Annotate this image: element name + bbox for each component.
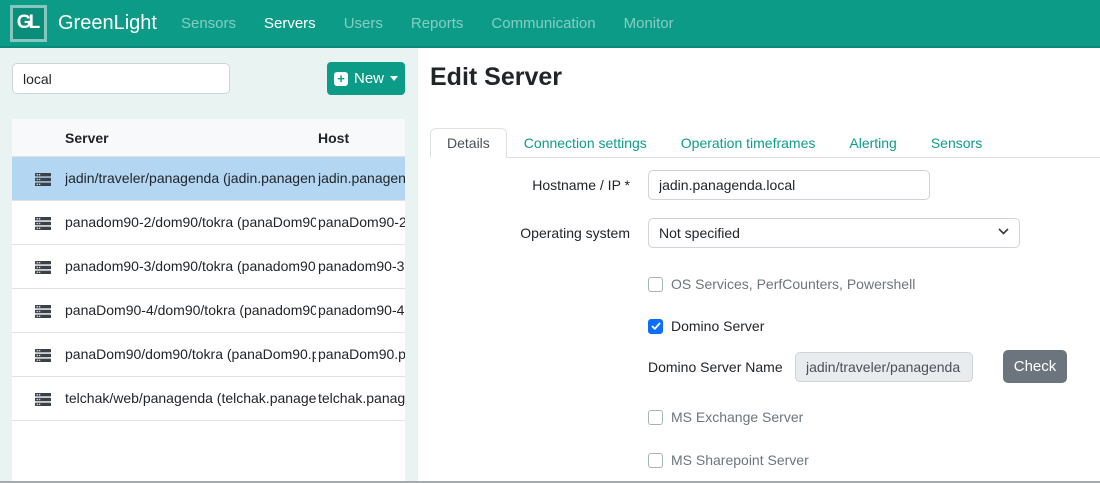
column-header-server[interactable]: Server	[65, 119, 109, 157]
nav-item-monitor[interactable]: Monitor	[624, 15, 674, 32]
nav-item-communication[interactable]: Communication	[491, 15, 595, 32]
edit-server-panel: Edit Server Details Connection settings …	[418, 48, 1100, 483]
host-cell: panadom90-3.p	[318, 245, 405, 288]
host-cell: panaDom90-2.p	[318, 201, 405, 244]
new-server-button[interactable]: + New	[327, 62, 405, 95]
plus-square-icon: +	[334, 72, 348, 86]
nav-item-users[interactable]: Users	[344, 15, 383, 32]
ms-exchange-label: MS Exchange Server	[671, 409, 803, 425]
table-row[interactable]: panadom90-2/dom90/tokra (panaDom90-2 pan…	[12, 201, 405, 245]
server-name-cell: panadom90-2/dom90/tokra (panaDom90-2	[65, 201, 316, 244]
table-header-row: Server Host	[12, 119, 405, 157]
domino-server-checkbox[interactable]	[648, 319, 663, 334]
server-rack-icon	[35, 305, 51, 318]
nav-item-reports[interactable]: Reports	[411, 15, 464, 32]
server-rack-icon	[35, 173, 51, 186]
server-search-input[interactable]	[12, 63, 230, 94]
server-name-cell: jadin/traveler/panagenda (jadin.panagend…	[65, 157, 316, 200]
table-row[interactable]: panadom90-3/dom90/tokra (panadom90-3 pan…	[12, 245, 405, 289]
tab-operation-timeframes[interactable]: Operation timeframes	[664, 128, 833, 158]
server-details-form: Hostname / IP * Operating system Not spe…	[418, 170, 1100, 483]
hostname-label: Hostname / IP *	[418, 170, 630, 200]
server-rack-icon	[35, 349, 51, 362]
greenlight-logo-icon[interactable]: GL	[10, 5, 47, 42]
server-name-cell: panaDom90/dom90/tokra (panaDom90.pa	[65, 333, 316, 376]
edit-server-tabs: Details Connection settings Operation ti…	[430, 127, 1100, 158]
new-button-label: New	[354, 70, 384, 87]
host-cell: telchak.panager	[318, 377, 405, 420]
server-name-cell: panaDom90-4/dom90/tokra (panadom90-4	[65, 289, 316, 332]
host-cell: panadom90-4.p	[318, 289, 405, 332]
ms-exchange-checkbox-row[interactable]: MS Exchange Server	[648, 409, 803, 425]
caret-down-icon	[390, 76, 398, 81]
os-services-checkbox[interactable]	[648, 277, 663, 292]
os-services-checkbox-row[interactable]: OS Services, PerfCounters, Powershell	[648, 276, 915, 292]
column-header-host[interactable]: Host	[318, 119, 349, 157]
hostname-input[interactable]	[648, 170, 930, 200]
server-name-cell: telchak/web/panagenda (telchak.panagen	[65, 377, 316, 420]
ms-exchange-checkbox[interactable]	[648, 410, 663, 425]
operating-system-select-wrap: Not specified	[648, 218, 1020, 248]
app-header: GL GreenLight Sensors Servers Users Repo…	[0, 0, 1100, 48]
tab-details[interactable]: Details	[430, 128, 507, 158]
server-rack-icon	[35, 261, 51, 274]
server-rack-icon	[35, 217, 51, 230]
brand-title: GreenLight	[58, 12, 157, 35]
tab-sensors[interactable]: Sensors	[914, 128, 999, 158]
domino-server-name-label: Domino Server Name	[648, 352, 783, 382]
domino-server-label: Domino Server	[671, 318, 764, 334]
tab-alerting[interactable]: Alerting	[832, 128, 913, 158]
server-rack-icon	[35, 393, 51, 406]
domino-server-name-input	[795, 352, 973, 382]
table-row[interactable]: panaDom90/dom90/tokra (panaDom90.pa pana…	[12, 333, 405, 377]
ms-sharepoint-checkbox[interactable]	[648, 453, 663, 468]
host-cell: jadin.panagenda	[318, 157, 405, 200]
table-row[interactable]: panaDom90-4/dom90/tokra (panadom90-4 pan…	[12, 289, 405, 333]
nav-item-sensors[interactable]: Sensors	[181, 15, 236, 32]
table-row[interactable]: telchak/web/panagenda (telchak.panagen t…	[12, 377, 405, 421]
os-services-label: OS Services, PerfCounters, Powershell	[671, 276, 915, 292]
main-nav: Sensors Servers Users Reports Communicat…	[181, 15, 674, 32]
checkmark-icon	[651, 322, 661, 330]
page-title: Edit Server	[430, 63, 562, 92]
check-button[interactable]: Check	[1003, 350, 1067, 383]
domino-server-checkbox-row[interactable]: Domino Server	[648, 318, 764, 334]
operating-system-label: Operating system	[418, 218, 630, 248]
server-name-cell: panadom90-3/dom90/tokra (panadom90-3	[65, 245, 316, 288]
server-table: Server Host jadin/traveler/panagenda (ja…	[12, 119, 405, 481]
table-row[interactable]: jadin/traveler/panagenda (jadin.panagend…	[12, 157, 405, 201]
operating-system-select[interactable]: Not specified	[648, 218, 1020, 248]
nav-item-servers[interactable]: Servers	[264, 15, 316, 32]
host-cell: panaDom90.par	[318, 333, 405, 376]
tab-connection-settings[interactable]: Connection settings	[507, 128, 664, 158]
ms-sharepoint-label: MS Sharepoint Server	[671, 452, 809, 468]
ms-sharepoint-checkbox-row[interactable]: MS Sharepoint Server	[648, 452, 809, 468]
